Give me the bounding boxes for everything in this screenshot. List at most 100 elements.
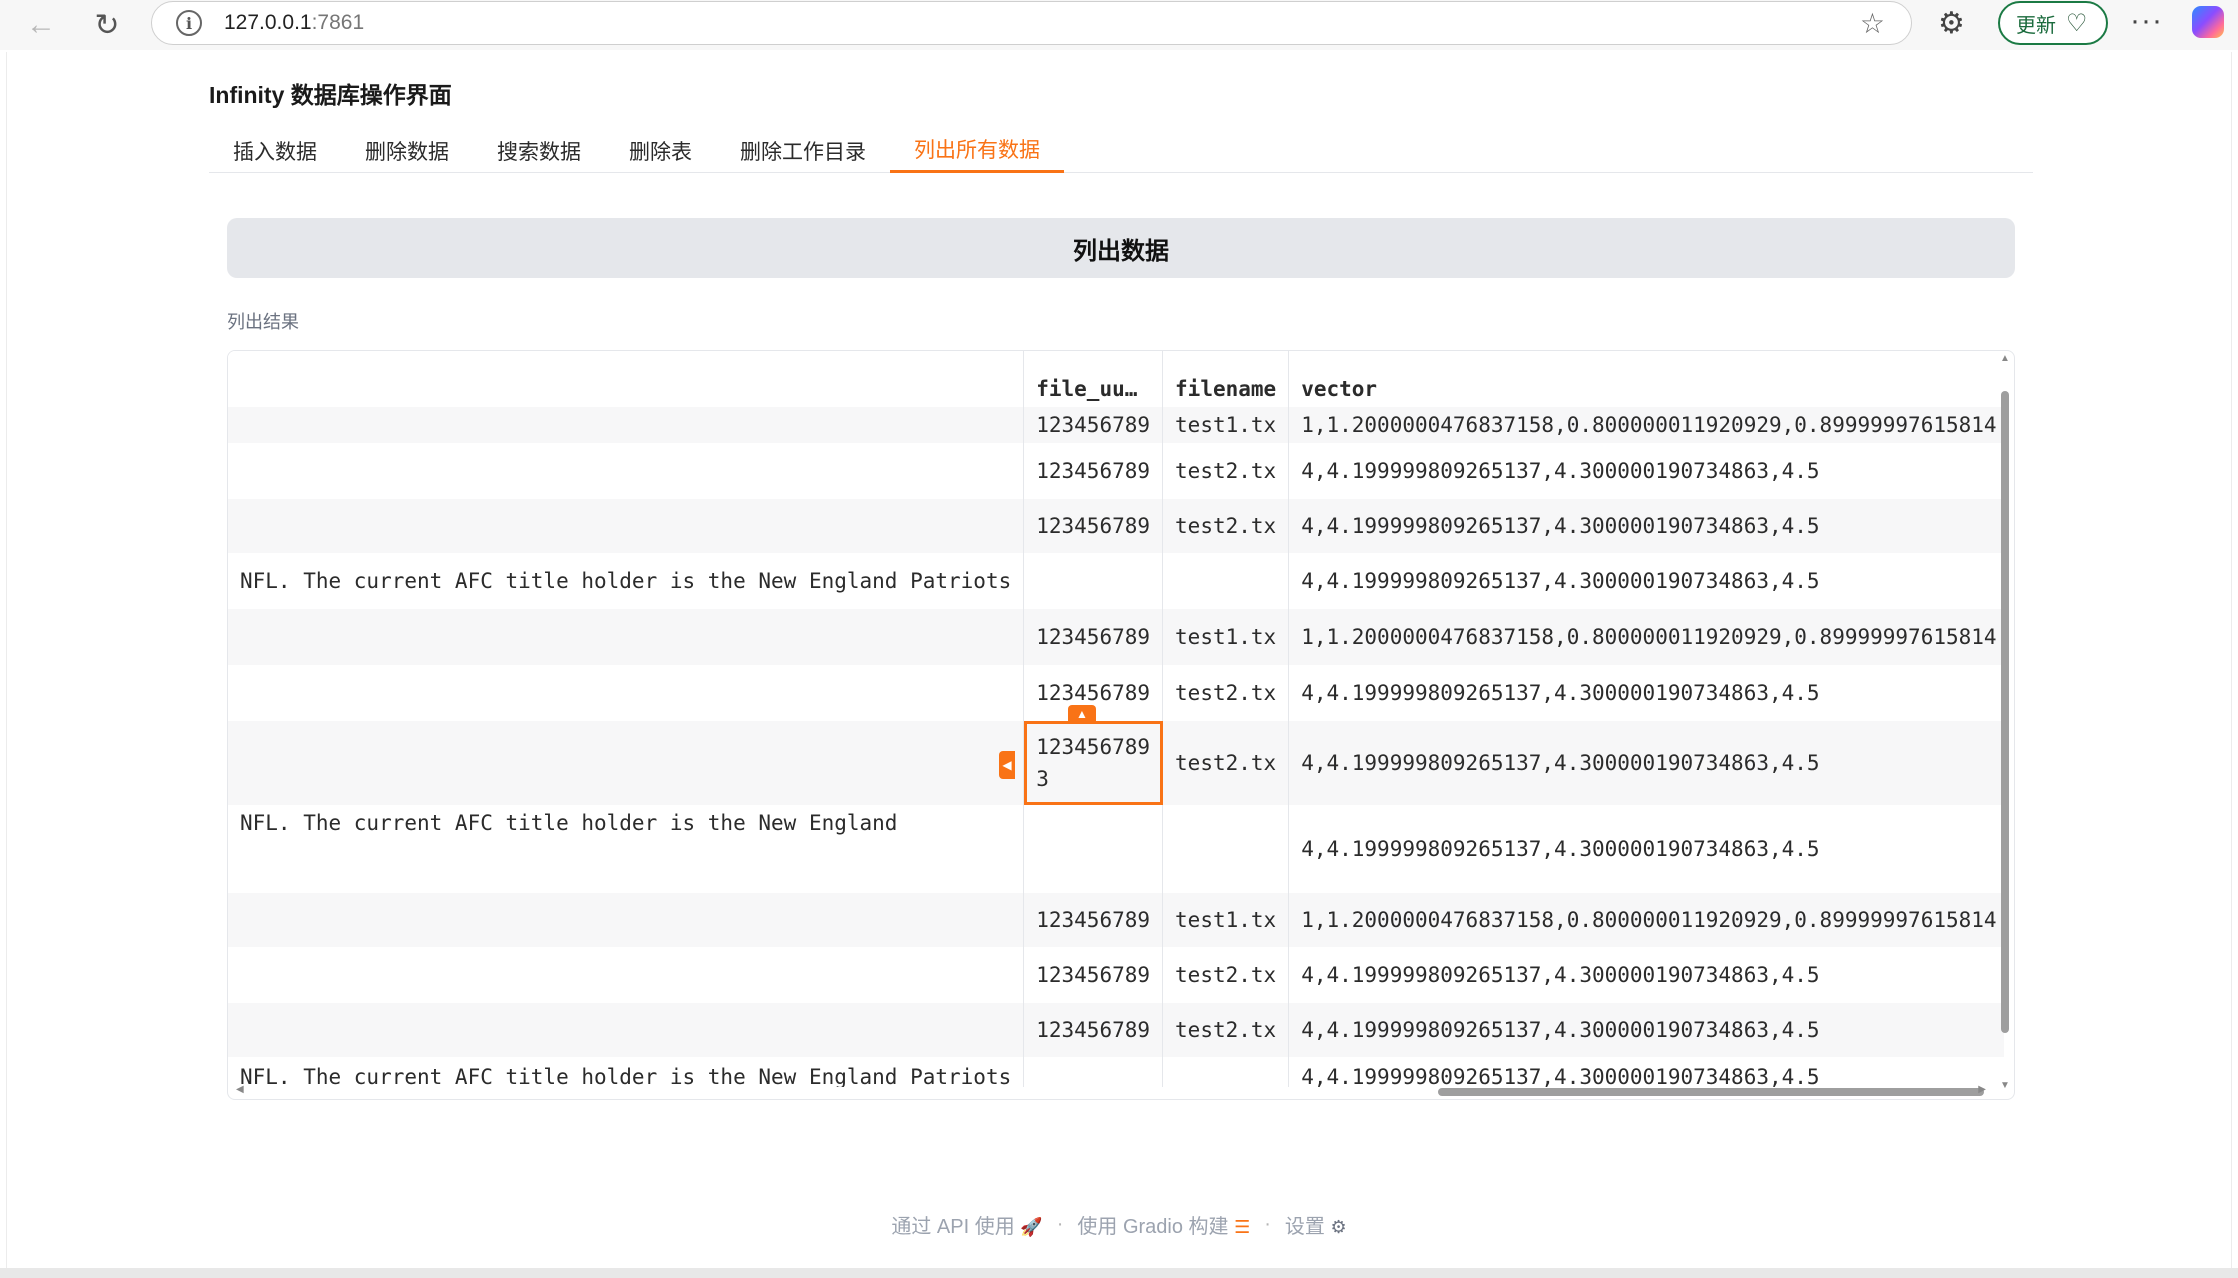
tab-list-all-data[interactable]: 列出所有数据 [890, 128, 1064, 173]
file-uuid-cell[interactable]: 123456789 [1023, 499, 1164, 553]
file-uuid-cell[interactable] [1023, 1057, 1164, 1087]
table-row[interactable]: 1234567893 test2.tx 4,4.199999809265137,4.… [228, 721, 2004, 805]
footer-separator: · [1056, 1213, 1064, 1235]
tab-search-data[interactable]: 搜索数据 [473, 128, 605, 173]
file-uuid-cell[interactable]: 123456789 [1023, 407, 1164, 443]
browser-update-button[interactable]: 更新 ♡ [1998, 1, 2108, 45]
table-row[interactable]: 123456789 test2.tx 4,4.199999809265137,4.3… [228, 665, 2004, 721]
filename-cell[interactable]: test1.tx [1162, 609, 1290, 665]
file-uuid-cell[interactable]: 123456789 [1023, 893, 1164, 947]
api-label: 通过 API 使用 [891, 1216, 1015, 1238]
column-header-file-uuid[interactable]: file_uu… [1023, 351, 1164, 407]
table-row[interactable]: 123456789 test1.tx 1,1.2000000476837158,0.… [228, 893, 2004, 947]
column-header-text[interactable] [228, 351, 1025, 407]
browser-toolbar: ← ↻ i 127.0.0.1:7861 ☆ ⚙ 更新 ♡ ··· [0, 0, 2238, 50]
cell-menu-up-handle-icon[interactable]: ▲ [1068, 705, 1096, 723]
filename-cell[interactable]: test2.tx [1162, 499, 1290, 553]
text-cell[interactable] [228, 499, 1025, 553]
gear-icon: ⚙ [1330, 1217, 1347, 1237]
filename-cell[interactable]: test1.tx [1162, 893, 1290, 947]
text-cell[interactable] [228, 665, 1025, 721]
scroll-right-arrow-icon[interactable]: ▶ [1978, 1084, 1986, 1095]
horizontal-scrollbar[interactable]: ◀ ▶ [232, 1084, 2002, 1097]
filename-cell[interactable]: test2.tx [1162, 1003, 1290, 1057]
table-row[interactable]: 123456789 test1.tx 1,1.2000000476837158,0.… [228, 407, 2004, 443]
reload-icon[interactable]: ↻ [86, 4, 128, 46]
file-uuid-cell[interactable]: 123456789 [1023, 443, 1164, 499]
text-cell[interactable] [228, 1003, 1025, 1057]
update-label: 更新 [2016, 14, 2056, 37]
browser-health-icon: ♡ [2066, 9, 2088, 37]
table-row[interactable]: 123456789 test2.tx 4,4.199999809265137,4.3… [228, 443, 2004, 499]
site-info-icon[interactable]: i [176, 10, 202, 36]
text-cell[interactable] [228, 947, 1025, 1003]
scroll-left-arrow-icon[interactable]: ◀ [236, 1084, 244, 1095]
extensions-puzzle-icon[interactable]: ⚙ [1938, 6, 1965, 41]
vector-cell[interactable]: 4,4.199999809265137,4.300000190734863,4.… [1288, 1003, 2004, 1057]
filename-cell[interactable]: test2.tx [1162, 721, 1290, 805]
vertical-scrollbar[interactable]: ▲ ▼ [2000, 353, 2010, 1091]
settings-link[interactable]: 设置 ⚙ [1285, 1210, 1347, 1239]
vector-cell[interactable]: 4,4.199999809265137,4.300000190734863,4.… [1288, 499, 2004, 553]
filename-cell[interactable]: test2.tx [1162, 947, 1290, 1003]
table-row[interactable]: 123456789 test2.tx 4,4.199999809265137,4.3… [228, 1003, 2004, 1057]
tab-insert-data[interactable]: 插入数据 [209, 128, 341, 173]
vector-cell[interactable]: 4,4.199999809265137,4.300000190734863,4.… [1288, 805, 2004, 893]
file-uuid-cell[interactable] [1023, 805, 1164, 893]
table-row[interactable]: NFL. The current AFC title holder is the… [228, 1057, 2004, 1087]
table-header-row: file_uu… filename vector [228, 351, 2004, 407]
vector-cell[interactable]: 4,4.199999809265137,4.300000190734863,4.… [1288, 443, 2004, 499]
results-dataframe[interactable]: file_uu… filename vector 123456789 test1.… [227, 350, 2015, 1100]
filename-cell[interactable] [1162, 1057, 1290, 1087]
text-cell[interactable]: NFL. The current AFC title holder is the… [228, 805, 1025, 893]
vector-cell[interactable]: 4,4.199999809265137,4.300000190734863,4.… [1288, 721, 2004, 805]
vertical-scroll-thumb[interactable] [2001, 391, 2009, 1033]
filename-cell[interactable] [1162, 805, 1290, 893]
address-bar[interactable]: i 127.0.0.1:7861 ☆ [151, 1, 1912, 45]
file-uuid-cell[interactable]: 123456789 [1023, 1003, 1164, 1057]
vector-cell[interactable]: 1,1.2000000476837158,0.800000011920929,0… [1288, 609, 2004, 665]
api-link[interactable]: 通过 API 使用 🚀 [891, 1210, 1042, 1239]
text-cell[interactable] [228, 443, 1025, 499]
tab-delete-data[interactable]: 删除数据 [341, 128, 473, 173]
file-uuid-cell[interactable]: 123456789 [1023, 947, 1164, 1003]
scroll-up-arrow-icon[interactable]: ▲ [2000, 353, 2010, 364]
text-cell[interactable] [228, 407, 1025, 443]
vector-cell[interactable]: 4,4.199999809265137,4.300000190734863,4.… [1288, 947, 2004, 1003]
gradio-link[interactable]: 使用 Gradio 构建 ☰ [1077, 1210, 1250, 1239]
tab-delete-table[interactable]: 删除表 [605, 128, 716, 173]
filename-cell[interactable]: test2.tx [1162, 443, 1290, 499]
text-cell[interactable] [228, 609, 1025, 665]
file-uuid-cell[interactable]: 123456789 [1023, 609, 1164, 665]
file-uuid-cell[interactable] [1023, 553, 1164, 609]
vector-cell[interactable]: 4,4.199999809265137,4.300000190734863,4.… [1288, 553, 2004, 609]
table-row[interactable]: 123456789 test1.tx 1,1.2000000476837158,0.… [228, 609, 2004, 665]
file-uuid-cell[interactable]: 1234567893 [1023, 721, 1164, 805]
cell-menu-left-handle-icon[interactable]: ◀ [999, 751, 1015, 779]
table-row[interactable]: 123456789 test2.tx 4,4.199999809265137,4.3… [228, 947, 2004, 1003]
filename-cell[interactable]: test2.tx [1162, 665, 1290, 721]
text-cell[interactable] [228, 721, 1025, 805]
back-arrow-icon[interactable]: ← [20, 4, 62, 46]
column-header-filename[interactable]: filename [1162, 351, 1290, 407]
tab-delete-workdir[interactable]: 删除工作目录 [716, 128, 890, 173]
table-row[interactable]: NFL. The current AFC title holder is the… [228, 805, 2004, 893]
text-cell[interactable]: NFL. The current AFC title holder is the… [228, 1057, 1025, 1087]
rocket-icon: 🚀 [1020, 1217, 1043, 1237]
filename-cell[interactable]: test1.tx [1162, 407, 1290, 443]
more-menu-icon[interactable]: ··· [2130, 4, 2163, 38]
text-cell[interactable] [228, 893, 1025, 947]
column-header-vector[interactable]: vector [1288, 351, 2004, 407]
table-row[interactable]: 123456789 test2.tx 4,4.199999809265137,4.3… [228, 499, 2004, 553]
vector-cell[interactable]: 1,1.2000000476837158,0.800000011920929,0… [1288, 407, 2004, 443]
vector-cell[interactable]: 4,4.199999809265137,4.300000190734863,4.… [1288, 665, 2004, 721]
text-cell[interactable]: NFL. The current AFC title holder is the… [228, 553, 1025, 609]
vector-cell[interactable]: 1,1.2000000476837158,0.800000011920929,0… [1288, 893, 2004, 947]
table-row[interactable]: NFL. The current AFC title holder is the… [228, 553, 2004, 609]
list-data-button[interactable]: 列出数据 [227, 218, 2015, 278]
vector-cell[interactable]: 4,4.199999809265137,4.300000190734863,4.… [1288, 1057, 2004, 1087]
filename-cell[interactable] [1162, 553, 1290, 609]
copilot-icon[interactable] [2192, 6, 2224, 38]
favorite-star-icon[interactable]: ☆ [1860, 7, 1885, 40]
horizontal-scroll-thumb[interactable] [1438, 1088, 1984, 1096]
